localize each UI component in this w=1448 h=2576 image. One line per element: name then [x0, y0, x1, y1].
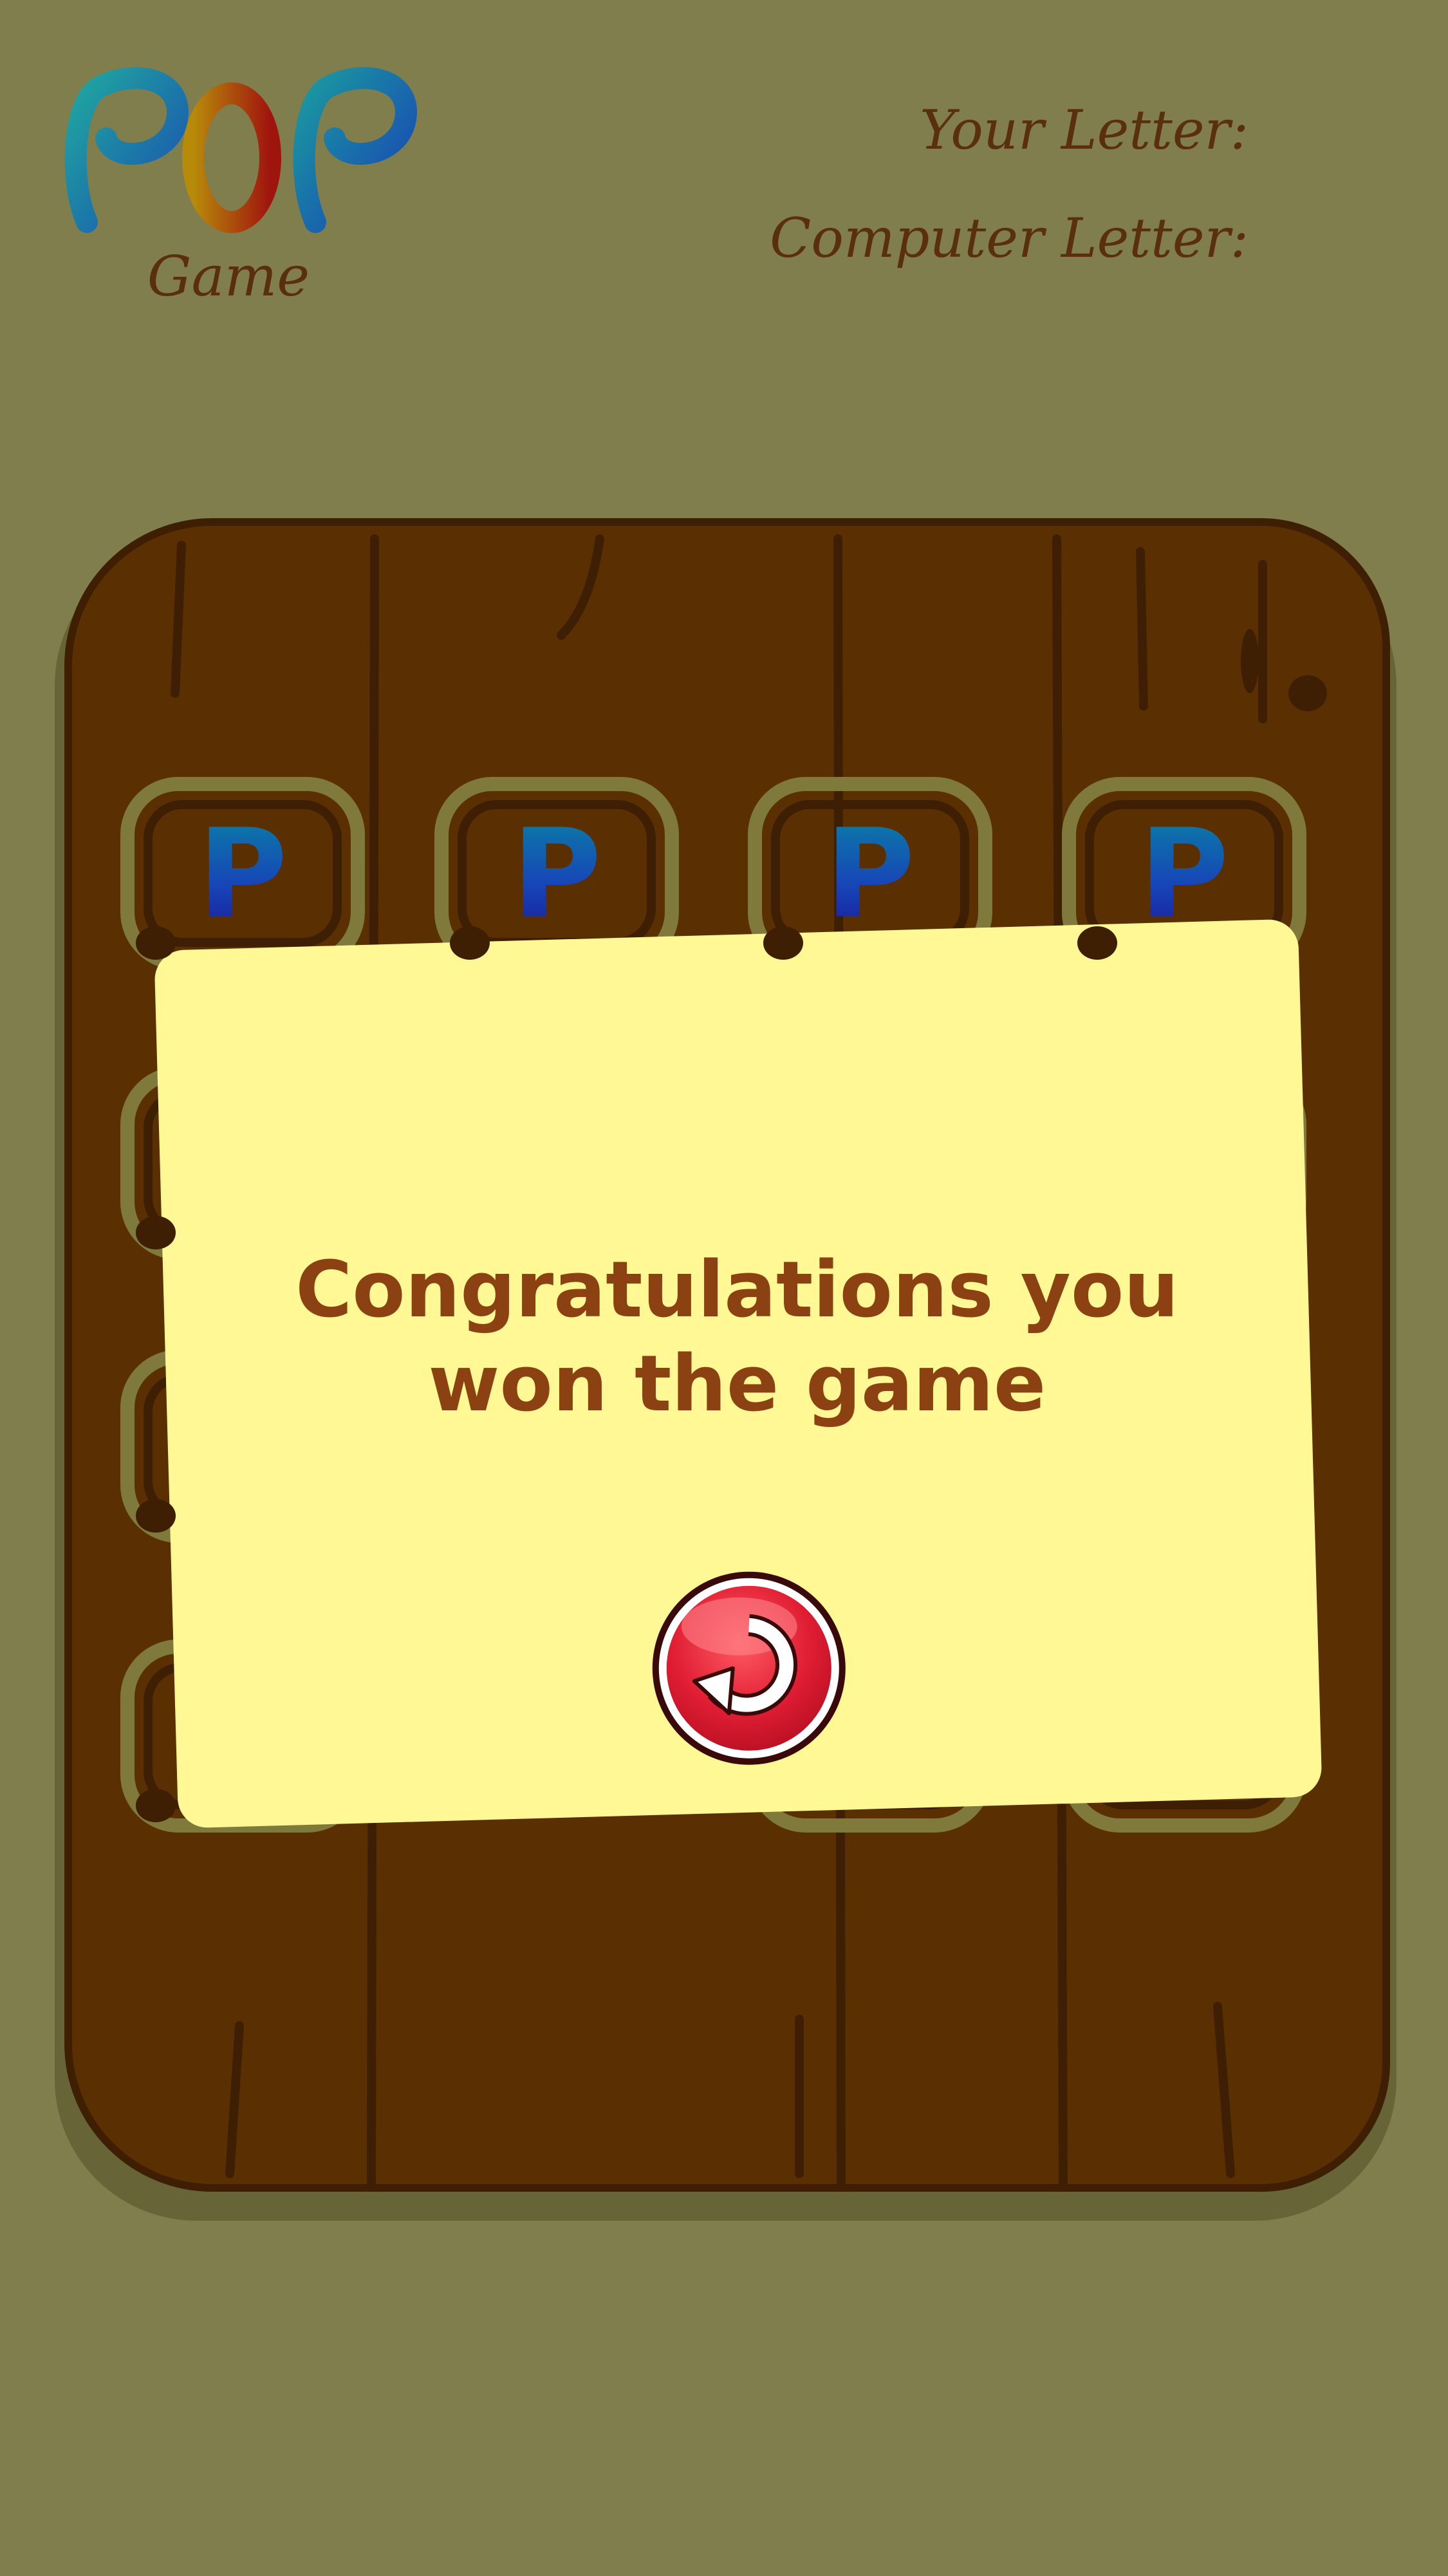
pop-logo: Game: [61, 61, 434, 331]
computer-letter-label: Computer Letter:: [770, 207, 1248, 270]
result-card: Congratulations you won the game: [154, 919, 1323, 1829]
replay-icon: [652, 1571, 846, 1765]
win-message: Congratulations you won the game: [295, 1246, 1179, 1430]
tile-letter: P: [449, 813, 665, 935]
logo-letter-p1: [64, 67, 189, 233]
tile-knot: [136, 926, 176, 960]
tile-knot: [1077, 926, 1117, 960]
tile-knot: [136, 1499, 176, 1533]
logo-letter-o: [182, 82, 281, 233]
tile[interactable]: P: [120, 777, 365, 970]
your-letter-label: Your Letter:: [920, 98, 1248, 162]
tile-letter: P: [762, 813, 978, 935]
tile-knot: [136, 1789, 176, 1822]
logo-caption: Game: [147, 245, 310, 309]
replay-button[interactable]: [649, 1569, 849, 1768]
tile-letter: P: [1076, 813, 1292, 935]
tile-letter: P: [135, 813, 351, 935]
pop-logo-graphic: [64, 67, 417, 233]
tile-knot: [763, 926, 803, 960]
letter-info: Your Letter: Computer Letter:: [770, 103, 1248, 319]
game-screen: Game Your Letter: Computer Letter: P P P…: [0, 0, 1448, 2576]
tile-knot: [450, 926, 490, 960]
tile-knot: [136, 1216, 176, 1249]
logo-letter-p2: [293, 67, 417, 233]
